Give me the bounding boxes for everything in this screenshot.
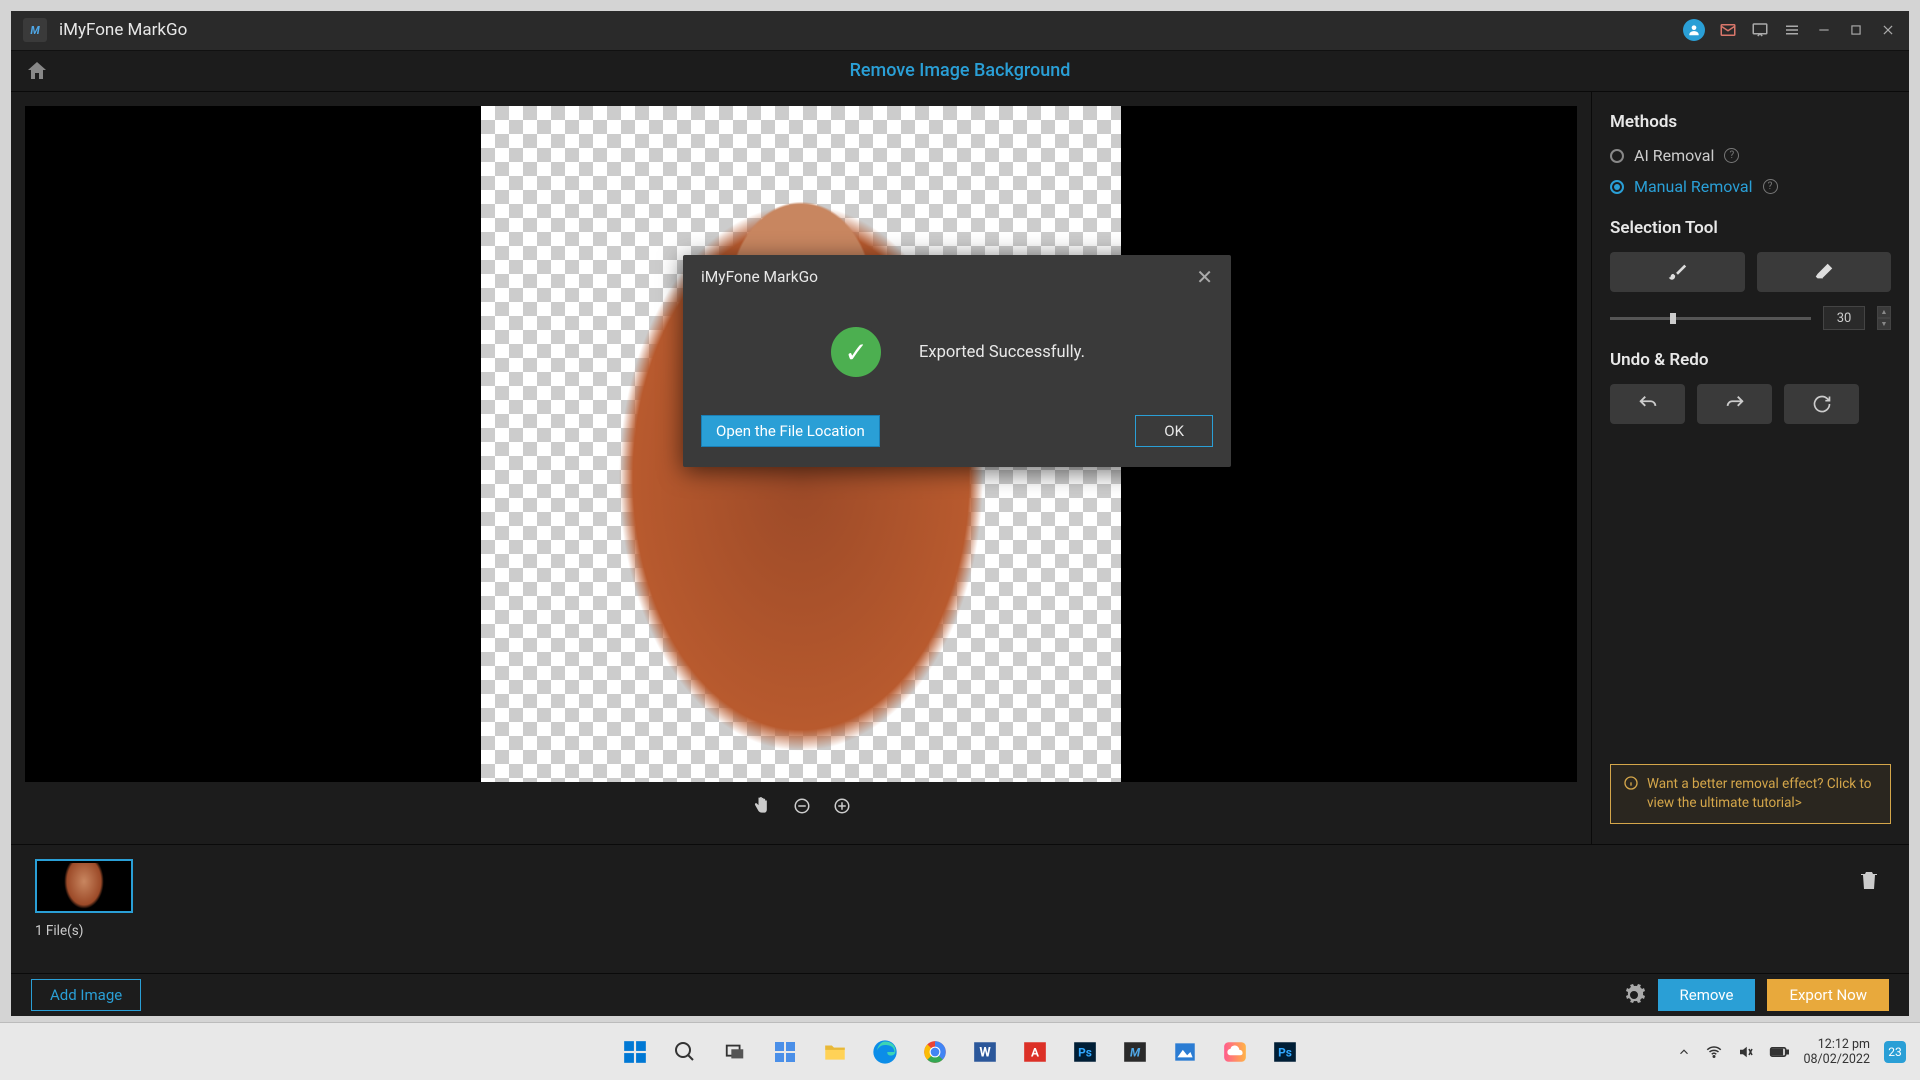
success-check-icon: ✓ [829,325,883,379]
thumbnail-strip: 1 File(s) [11,844,1909,973]
slider-thumb[interactable] [1670,313,1676,324]
windows-taskbar: W A Ps M Ps 12:12 pm 08/02/2022 23 [0,1022,1920,1080]
wifi-icon[interactable] [1705,1043,1723,1061]
ai-removal-radio[interactable]: AI Removal ? [1610,146,1891,165]
battery-icon[interactable] [1769,1045,1789,1059]
svg-text:W: W [979,1045,991,1060]
manual-removal-label: Manual Removal [1634,177,1753,196]
home-button[interactable] [25,59,49,83]
brush-size-slider[interactable] [1610,317,1811,320]
app-window: M iMyFone MarkGo [11,11,1909,1016]
eraser-tool-button[interactable] [1757,252,1892,292]
svg-text:Ps: Ps [1078,1045,1092,1059]
remove-button[interactable]: Remove [1658,979,1756,1011]
radio-icon [1610,149,1624,163]
app-title: iMyFone MarkGo [59,20,187,40]
open-file-location-button[interactable]: Open the File Location [701,415,880,447]
brush-size-value[interactable]: 30 [1823,306,1865,330]
acrobat-icon[interactable]: A [1015,1032,1055,1072]
delete-button[interactable] [1857,867,1881,893]
brush-size-down[interactable]: ▼ [1877,318,1891,330]
dialog-close-icon[interactable]: ✕ [1196,265,1213,289]
brush-size-up[interactable]: ▲ [1877,306,1891,318]
image-thumbnail[interactable] [35,859,133,913]
export-now-button[interactable]: Export Now [1767,979,1889,1011]
date-text: 08/02/2022 [1803,1052,1870,1067]
menu-icon[interactable] [1783,21,1801,39]
zoom-out-icon[interactable] [793,797,811,815]
zoom-in-icon[interactable] [833,797,851,815]
system-clock[interactable]: 12:12 pm 08/02/2022 [1803,1037,1870,1067]
add-image-button[interactable]: Add Image [31,979,141,1011]
app-logo-icon: M [23,18,47,42]
edge-icon[interactable] [865,1032,905,1072]
brush-tool-button[interactable] [1610,252,1745,292]
svg-text:A: A [1031,1045,1039,1059]
ai-removal-label: AI Removal [1634,146,1714,165]
reset-button[interactable] [1784,384,1859,424]
methods-heading: Methods [1610,112,1891,132]
chrome-icon[interactable] [915,1032,955,1072]
mail-icon[interactable] [1719,21,1737,39]
manual-removal-radio[interactable]: Manual Removal ? [1610,177,1891,196]
maximize-icon[interactable] [1847,21,1865,39]
canvas-area [11,92,1591,844]
right-panel: Methods AI Removal ? Manual Removal ? Se… [1591,92,1909,844]
file-count: 1 File(s) [35,923,1885,939]
file-explorer-icon[interactable] [815,1032,855,1072]
tip-text: Want a better removal effect? Click to v… [1647,775,1878,813]
undo-button[interactable] [1610,384,1685,424]
creative-cloud-icon[interactable] [1215,1032,1255,1072]
photos-icon[interactable] [1165,1032,1205,1072]
dialog-title: iMyFone MarkGo [701,268,818,286]
time-text: 12:12 pm [1818,1037,1870,1052]
settings-button[interactable] [1622,983,1646,1007]
tray-chevron-icon[interactable] [1677,1045,1691,1059]
thumbnail-preview [64,863,104,909]
volume-icon[interactable] [1737,1043,1755,1061]
photoshop-icon-2[interactable]: Ps [1265,1032,1305,1072]
redo-button[interactable] [1697,384,1772,424]
header-row: Remove Image Background [11,51,1909,93]
selection-tool-heading: Selection Tool [1610,218,1891,238]
svg-text:Ps: Ps [1278,1045,1292,1059]
footer-row: Add Image Remove Export Now [11,973,1909,1016]
titlebar: M iMyFone MarkGo [11,11,1909,51]
user-account-icon[interactable] [1683,19,1705,41]
info-icon [1623,775,1639,813]
markgo-taskbar-icon[interactable]: M [1115,1032,1155,1072]
feedback-icon[interactable] [1751,21,1769,39]
notification-badge[interactable]: 23 [1884,1041,1906,1063]
svg-text:M: M [1130,1045,1141,1059]
tutorial-tip[interactable]: Want a better removal effect? Click to v… [1610,764,1891,824]
radio-icon [1610,180,1624,194]
undo-redo-heading: Undo & Redo [1610,350,1891,370]
dialog-message: Exported Successfully. [919,343,1085,362]
task-view-icon[interactable] [715,1032,755,1072]
help-icon[interactable]: ? [1724,148,1739,163]
ok-button[interactable]: OK [1135,415,1213,447]
hand-tool-icon[interactable] [751,796,771,816]
word-icon[interactable]: W [965,1032,1005,1072]
widgets-icon[interactable] [765,1032,805,1072]
minimize-icon[interactable] [1815,21,1833,39]
export-success-dialog: iMyFone MarkGo ✕ ✓ Exported Successfully… [683,255,1231,467]
photoshop-icon[interactable]: Ps [1065,1032,1105,1072]
start-button[interactable] [615,1032,655,1072]
search-icon[interactable] [665,1032,705,1072]
help-icon[interactable]: ? [1763,179,1778,194]
page-title: Remove Image Background [850,60,1071,81]
close-icon[interactable] [1879,21,1897,39]
